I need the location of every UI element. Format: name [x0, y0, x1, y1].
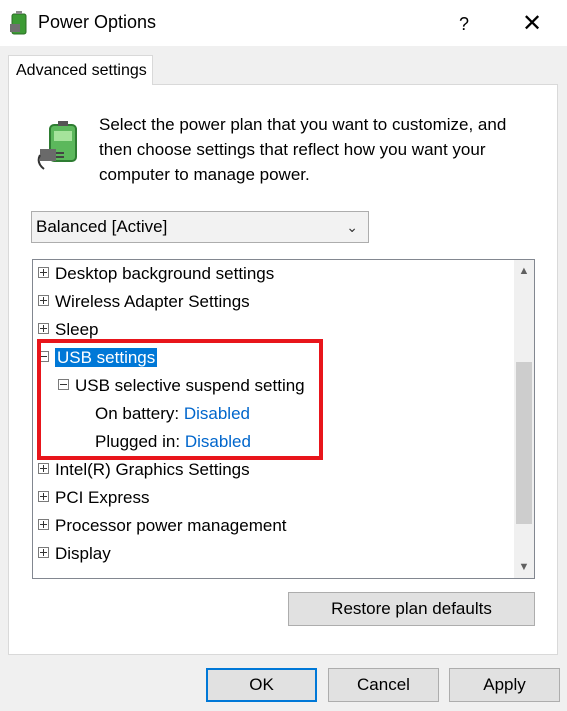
expand-icon[interactable] — [38, 267, 49, 279]
ok-button[interactable]: OK — [206, 668, 317, 702]
tree-item-wireless-adapter[interactable]: Wireless Adapter Settings — [38, 289, 250, 315]
chevron-down-icon: ⌄ — [346, 219, 358, 235]
power-options-icon — [10, 11, 27, 35]
tree-item-usb-settings[interactable]: USB settings — [38, 345, 158, 371]
advanced-settings-panel: Select the power plan that you want to c… — [8, 84, 558, 655]
tree-item-usb-selective-suspend[interactable]: USB selective suspend setting — [58, 373, 305, 399]
restore-plan-defaults-button[interactable]: Restore plan defaults — [288, 592, 535, 626]
collapse-icon[interactable] — [38, 351, 49, 363]
tab-advanced-settings[interactable]: Advanced settings — [8, 55, 153, 85]
tree-item-desktop-background[interactable]: Desktop background settings — [38, 261, 274, 287]
tree-scrollbar[interactable]: ▲ ▼ — [514, 260, 534, 578]
collapse-icon[interactable] — [58, 379, 69, 391]
plugged-in-label: Plugged in: — [95, 432, 181, 451]
tree-item-pci-express[interactable]: PCI Express — [38, 485, 149, 511]
power-plan-select[interactable]: Balanced [Active] ⌄ — [31, 211, 369, 243]
tree-item-intel-graphics[interactable]: Intel(R) Graphics Settings — [38, 457, 250, 483]
tree-item-plugged-in[interactable]: Plugged in: Disabled — [95, 429, 251, 455]
scroll-down-icon[interactable]: ▼ — [514, 556, 534, 578]
expand-icon[interactable] — [38, 295, 49, 307]
on-battery-label: On battery: — [95, 404, 180, 423]
help-button[interactable]: ? — [448, 10, 480, 38]
scroll-thumb[interactable] — [516, 362, 532, 524]
expand-icon[interactable] — [38, 547, 49, 559]
close-button[interactable]: ✕ — [512, 10, 552, 38]
tree-item-sleep[interactable]: Sleep — [38, 317, 98, 343]
expand-icon[interactable] — [38, 323, 49, 335]
tree-item-on-battery[interactable]: On battery: Disabled — [95, 401, 250, 427]
expand-icon[interactable] — [38, 491, 49, 503]
window-title: Power Options — [38, 12, 157, 32]
settings-tree[interactable]: Desktop background settings Wireless Ada… — [32, 259, 535, 579]
on-battery-value[interactable]: Disabled — [184, 404, 250, 423]
intro-text: Select the power plan that you want to c… — [99, 115, 507, 184]
apply-button[interactable]: Apply — [449, 668, 560, 702]
scroll-up-icon[interactable]: ▲ — [514, 260, 534, 282]
cancel-button[interactable]: Cancel — [328, 668, 439, 702]
power-plan-value: Balanced [Active] — [36, 217, 168, 236]
tree-item-processor-power[interactable]: Processor power management — [38, 513, 287, 539]
title-bar: Power Options ? ✕ — [0, 0, 567, 46]
expand-icon[interactable] — [38, 463, 49, 475]
tree-item-display[interactable]: Display — [38, 541, 111, 567]
plugged-in-value[interactable]: Disabled — [185, 432, 251, 451]
expand-icon[interactable] — [38, 519, 49, 531]
usb-settings-label: USB settings — [55, 348, 158, 367]
battery-plug-icon — [37, 121, 77, 170]
